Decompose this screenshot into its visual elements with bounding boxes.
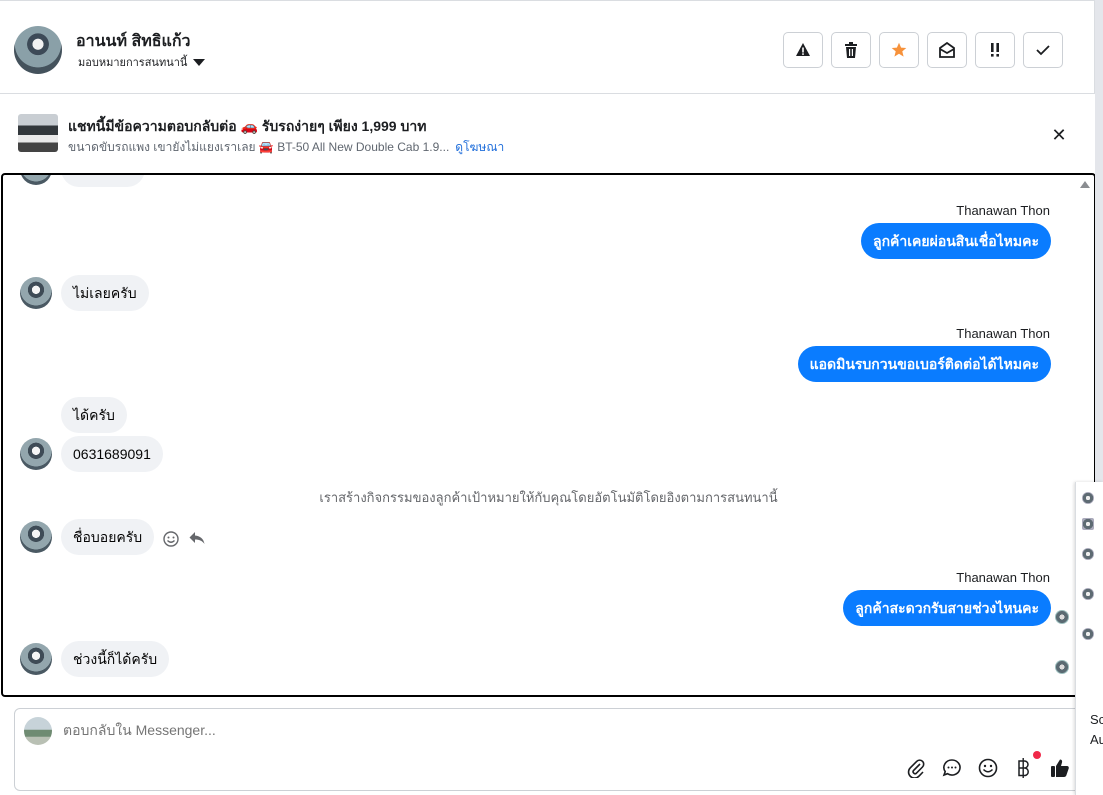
chat-bubble-icon[interactable] bbox=[941, 757, 963, 779]
delete-button[interactable] bbox=[831, 32, 871, 68]
check-icon bbox=[1036, 45, 1050, 56]
message-thread[interactable]: Thanawan Thon ลูกค้าเคยผ่อนสินเชื่อไหมคะ… bbox=[1, 173, 1096, 697]
system-note: เราสร้างกิจกรรมของลูกค้าเป้าหมายให้กับคุ… bbox=[319, 490, 778, 505]
ad-thumbnail[interactable] bbox=[18, 114, 58, 152]
close-icon[interactable]: ✕ bbox=[1049, 125, 1069, 145]
reply-input[interactable] bbox=[63, 722, 763, 738]
trash-icon bbox=[845, 42, 857, 58]
message-bubble-incoming[interactable]: 0631689091 bbox=[61, 436, 163, 472]
report-spam-button[interactable] bbox=[783, 32, 823, 68]
mini-avatar bbox=[1082, 628, 1094, 640]
assign-label: มอบหมายการสนทนานี้ bbox=[78, 57, 188, 69]
star-icon bbox=[891, 42, 907, 57]
message-bubble-outgoing[interactable]: ลูกค้าเคยผ่อนสินเชื่อไหมคะ bbox=[860, 223, 1051, 259]
ad-title: แชทนี้มีข้อความตอบกลับต่อ 🚗 รับรถง่ายๆ เ… bbox=[68, 118, 427, 134]
follow-up-button[interactable] bbox=[975, 32, 1015, 68]
warning-icon bbox=[796, 43, 810, 56]
message-bubble-outgoing[interactable]: ลูกค้าสะดวกรับสายช่วงไหนคะ bbox=[843, 590, 1051, 626]
side-panel-text: Au bbox=[1090, 732, 1103, 747]
message-bubble-incoming[interactable]: ชื่อบอยครับ bbox=[61, 519, 155, 555]
seen-avatar bbox=[1055, 610, 1069, 624]
star-button[interactable] bbox=[879, 32, 919, 68]
message-bubble-incoming[interactable]: ไม่เลยครับ bbox=[61, 275, 149, 311]
message-bubble-outgoing[interactable]: แอดมินรบกวนขอเบอร์ติดต่อได้ไหมคะ bbox=[797, 346, 1051, 382]
message-hover-actions bbox=[163, 531, 205, 547]
mini-avatar bbox=[1082, 588, 1094, 600]
mark-done-button[interactable] bbox=[1023, 32, 1063, 68]
message-bubble-incoming[interactable]: ได้ครับ bbox=[61, 397, 127, 433]
contact-avatar-small bbox=[20, 277, 52, 309]
side-chat-panel[interactable]: Sc Au bbox=[1075, 482, 1103, 795]
thumbs-up-icon[interactable] bbox=[1049, 757, 1071, 779]
caret-down-icon bbox=[193, 58, 206, 66]
conversation-header: อานนท์ สิทธิแก้ว มอบหมายการสนทนานี้ bbox=[0, 0, 1095, 94]
emoji-icon[interactable] bbox=[977, 757, 999, 779]
conversation-actions bbox=[783, 32, 1063, 68]
scroll-up-arrow-icon[interactable] bbox=[1080, 181, 1090, 188]
ad-context-banner: แชทนี้มีข้อความตอบกลับต่อ 🚗 รับรถง่ายๆ เ… bbox=[0, 95, 1095, 173]
sender-name: Thanawan Thon bbox=[956, 326, 1050, 341]
message-bubble-incoming[interactable]: ช่วงนี้ก็ได้ครับ bbox=[61, 641, 170, 677]
ad-subtitle-row: ขนาดขับรถแพง เขายังไม่แยงเราเลย 🚘 BT-50 … bbox=[68, 138, 504, 157]
mini-avatar bbox=[1082, 492, 1094, 504]
reply-composer bbox=[14, 708, 1094, 791]
scrollbar-track[interactable] bbox=[1095, 0, 1103, 482]
contact-avatar-small bbox=[20, 175, 52, 185]
baht-icon[interactable] bbox=[1013, 751, 1041, 779]
contact-avatar-small bbox=[20, 643, 52, 675]
contact-avatar-small bbox=[20, 438, 52, 470]
ad-subtitle: ขนาดขับรถแพง เขายังไม่แยงเราเลย 🚘 BT-50 … bbox=[68, 140, 450, 154]
mark-unread-button[interactable] bbox=[927, 32, 967, 68]
notification-dot bbox=[1033, 751, 1041, 759]
emoji-react-icon[interactable] bbox=[163, 531, 179, 547]
side-panel-text: Sc bbox=[1090, 712, 1103, 727]
page-avatar bbox=[24, 717, 52, 745]
mini-thumbnail bbox=[1082, 518, 1094, 530]
assign-conversation-dropdown[interactable]: มอบหมายการสนทนานี้ bbox=[78, 53, 206, 71]
envelope-open-icon bbox=[939, 42, 955, 58]
contact-name[interactable]: อานนท์ สิทธิแก้ว bbox=[76, 29, 191, 54]
sender-name: Thanawan Thon bbox=[956, 570, 1050, 585]
contact-avatar[interactable] bbox=[14, 26, 62, 74]
sender-name: Thanawan Thon bbox=[956, 203, 1050, 218]
reply-icon[interactable] bbox=[189, 531, 205, 545]
composer-toolbar bbox=[905, 751, 1071, 779]
paperclip-icon[interactable] bbox=[905, 757, 927, 779]
contact-avatar-small bbox=[20, 521, 52, 553]
view-ad-link[interactable]: ดูโฆษณา bbox=[455, 138, 504, 157]
message-bubble-incoming[interactable] bbox=[61, 175, 145, 187]
seen-avatar bbox=[1055, 660, 1069, 674]
double-exclamation-icon bbox=[991, 43, 999, 57]
mini-avatar bbox=[1082, 548, 1094, 560]
